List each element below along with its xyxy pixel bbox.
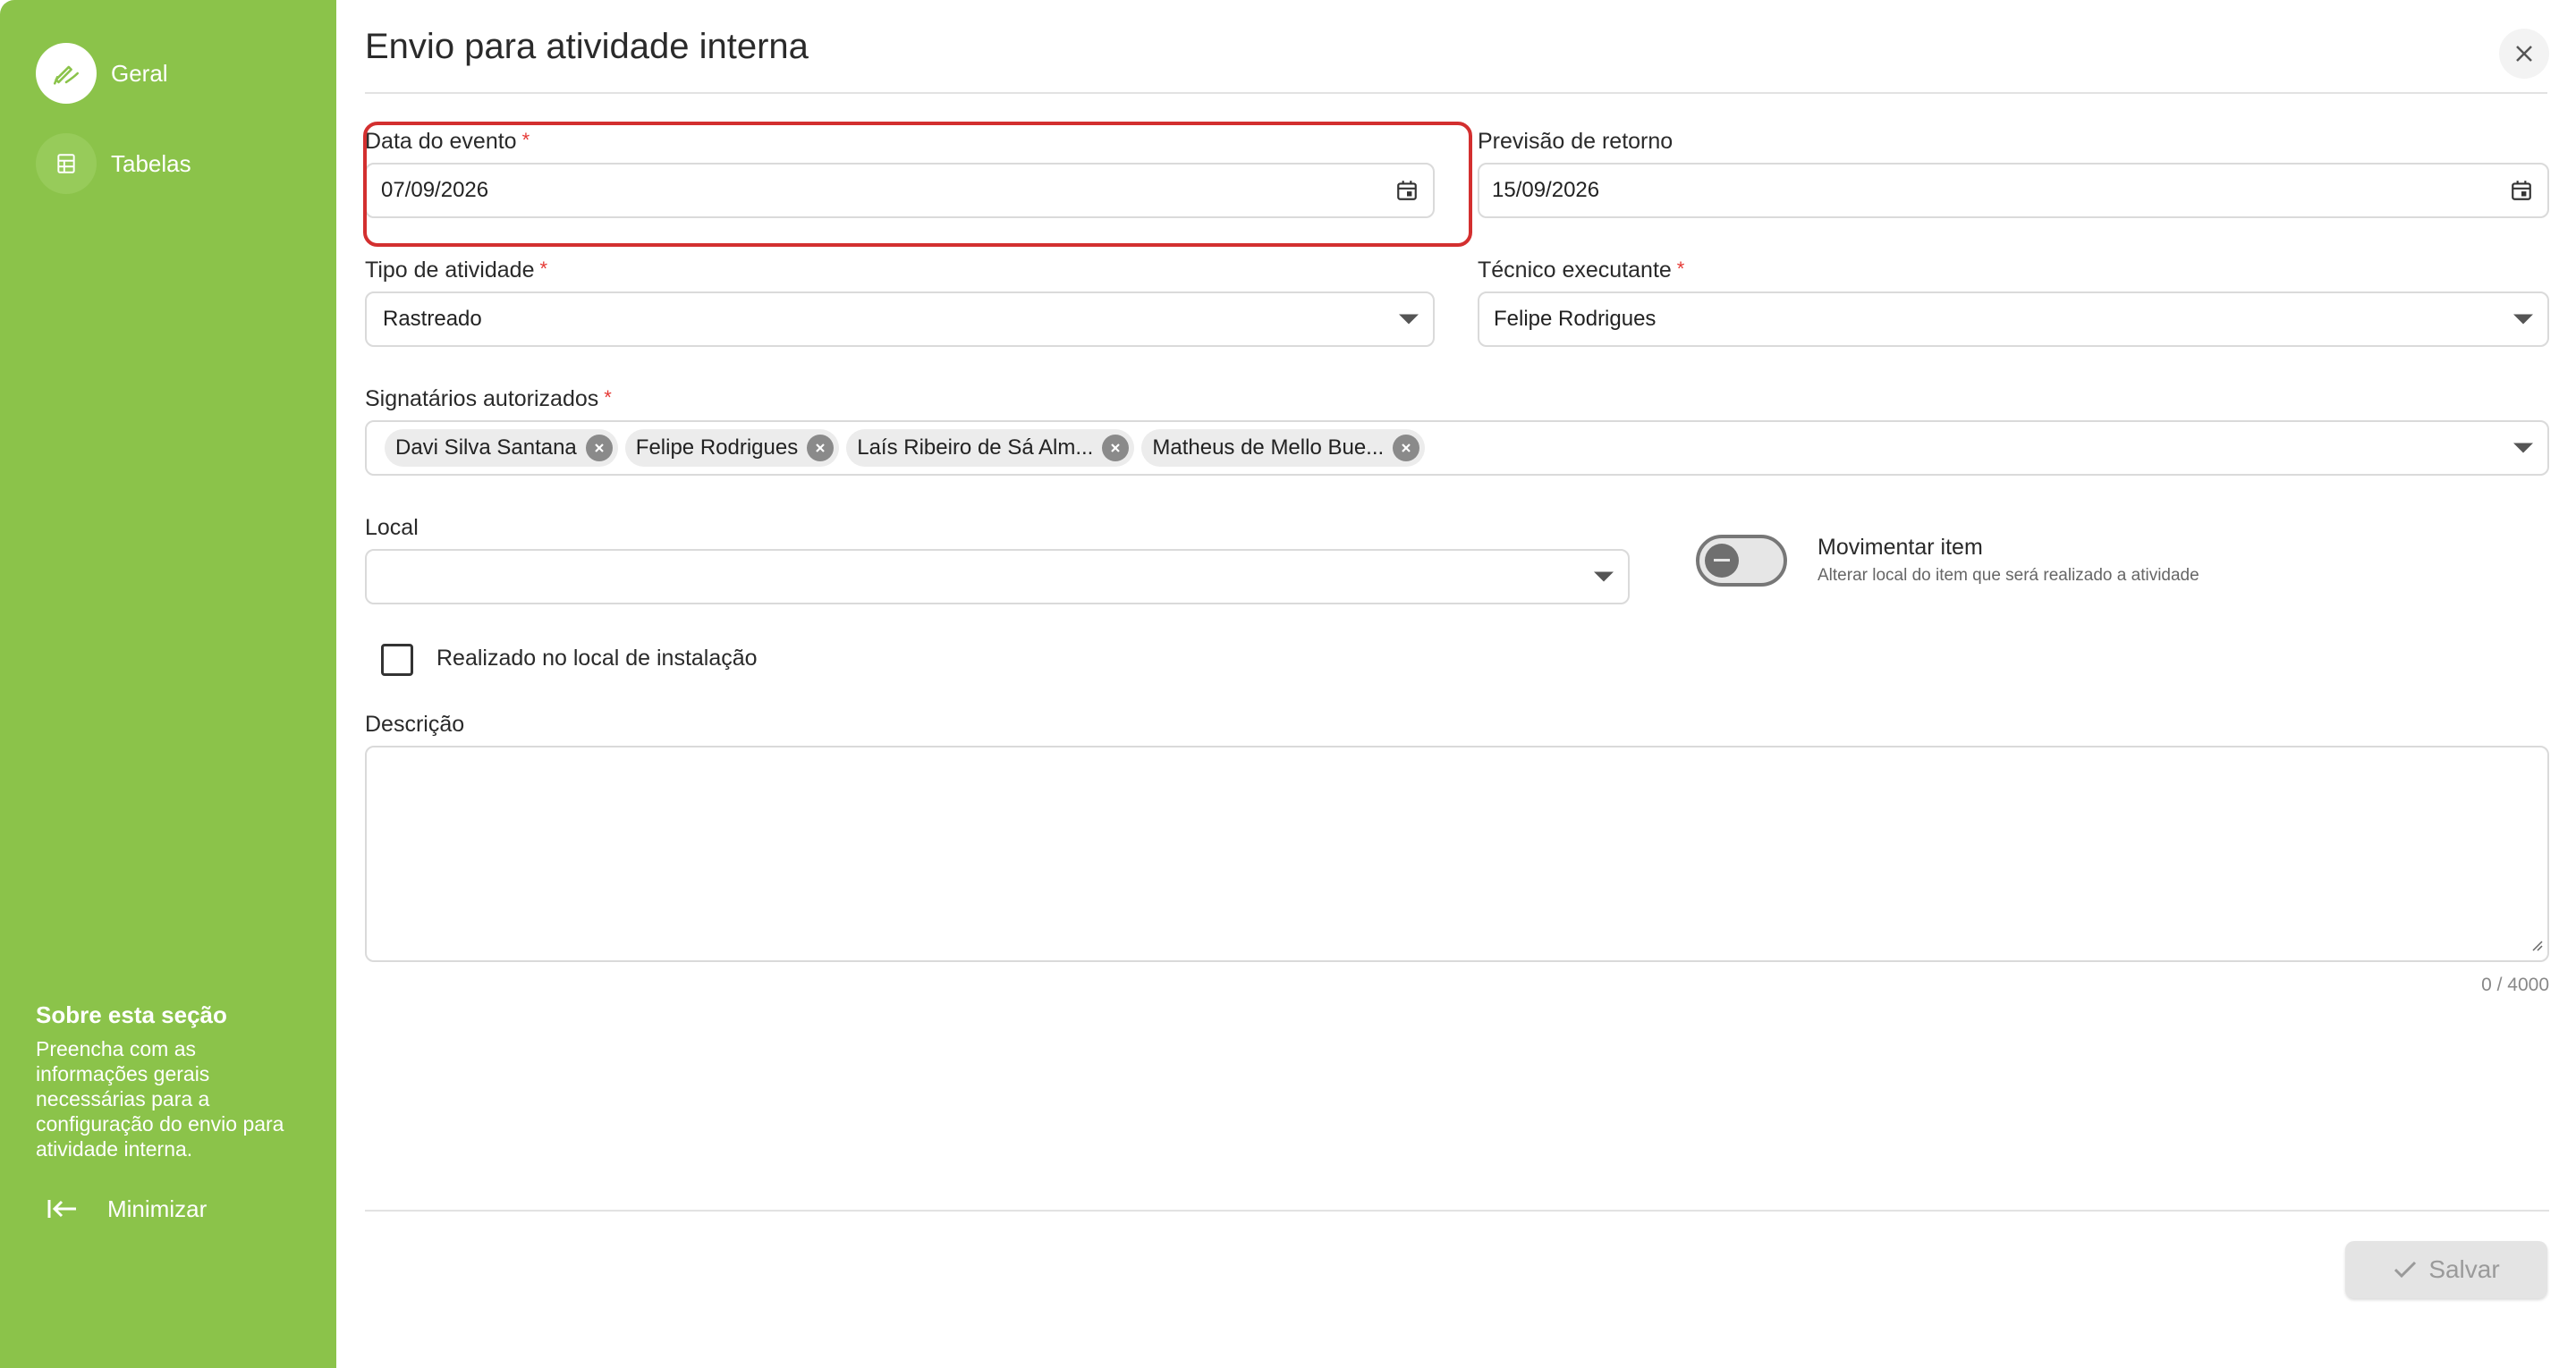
data-evento-label: Data do evento *	[365, 129, 530, 155]
tecnico-label: Técnico executante *	[1478, 258, 1684, 283]
data-evento-value: 07/09/2026	[381, 178, 489, 202]
table-list-icon	[36, 133, 97, 194]
chip-label: Laís Ribeiro de Sá Alm...	[857, 435, 1094, 460]
close-icon	[2514, 44, 2534, 63]
about-section: Sobre esta seção Preencha com as informa…	[36, 1001, 295, 1161]
calendar-icon[interactable]	[1395, 179, 1419, 202]
tecnico-label-text: Técnico executante	[1478, 258, 1672, 283]
sidebar-item-label: Tabelas	[111, 149, 191, 177]
about-text: Preencha com as informações gerais neces…	[36, 1037, 284, 1161]
save-label: Salvar	[2428, 1255, 2500, 1283]
minimize-button[interactable]: Minimizar	[47, 1191, 207, 1227]
local-label: Local	[365, 515, 419, 540]
signatario-chip: Matheus de Mello Bue...	[1141, 429, 1426, 467]
signatarios-label: Signatários autorizados *	[365, 386, 612, 412]
descricao-label: Descrição	[365, 712, 465, 737]
chevron-down-icon[interactable]	[1594, 571, 1614, 582]
movimentar-item-text: Movimentar item Alterar local do item qu…	[1818, 535, 2199, 586]
sidebar-item-tabelas[interactable]: Tabelas	[36, 133, 191, 194]
data-evento-label-text: Data do evento	[365, 129, 517, 154]
check-icon	[2393, 1260, 2418, 1279]
signatario-chip: Laís Ribeiro de Sá Alm...	[846, 429, 1135, 467]
tecnico-value: Felipe Rodrigues	[1494, 307, 1657, 331]
remove-chip-icon[interactable]	[1393, 435, 1420, 461]
resize-handle-icon[interactable]	[2529, 938, 2544, 957]
chip-label: Davi Silva Santana	[395, 435, 577, 460]
tecnico-select[interactable]: Felipe Rodrigues	[1478, 291, 2549, 347]
required-mark: *	[539, 258, 548, 280]
tipo-atividade-label-text: Tipo de atividade	[365, 258, 535, 283]
movimentar-item-toggle[interactable]	[1696, 535, 1787, 587]
required-mark: *	[1676, 258, 1685, 280]
previsao-retorno-label: Previsão de retorno	[1478, 129, 1674, 154]
realizado-local-checkbox[interactable]	[381, 644, 413, 676]
remove-chip-icon[interactable]	[585, 435, 613, 461]
previsao-retorno-value: 15/09/2026	[1492, 178, 1600, 202]
dialog-main: Envio para atividade interna Data do eve…	[336, 0, 2576, 1368]
chip-label: Felipe Rodrigues	[635, 435, 799, 460]
movimentar-item-subtitle: Alterar local do item que será realizado…	[1818, 566, 2199, 585]
tipo-atividade-select[interactable]: Rastreado	[365, 291, 1435, 347]
descricao-textarea[interactable]	[365, 746, 2549, 962]
remove-chip-icon[interactable]	[1102, 435, 1130, 461]
realizado-local-label[interactable]: Realizado no local de instalação	[436, 646, 758, 671]
signatarios-multiselect[interactable]: Davi Silva Santana Felipe Rodrigues Laís…	[365, 420, 2549, 476]
footer-divider	[365, 1210, 2549, 1212]
char-counter: 0 / 4000	[2481, 975, 2549, 995]
signatario-chip: Felipe Rodrigues	[624, 429, 840, 467]
minimize-label: Minimizar	[107, 1195, 208, 1222]
tipo-atividade-label: Tipo de atividade *	[365, 258, 547, 283]
movimentar-item-title: Movimentar item	[1818, 535, 1983, 560]
data-evento-input[interactable]: 07/09/2026	[365, 163, 1435, 218]
sidebar-item-geral[interactable]: Geral	[36, 43, 168, 104]
edit-pen-icon	[36, 43, 97, 104]
tipo-atividade-value: Rastreado	[383, 307, 482, 331]
app-window: Geral Tabelas Sobre esta seção Preencha …	[0, 0, 2576, 1368]
title-divider	[365, 92, 2547, 94]
save-button[interactable]: Salvar	[2345, 1241, 2547, 1298]
chevron-down-icon[interactable]	[2513, 443, 2533, 453]
collapse-left-icon	[47, 1196, 79, 1221]
previsao-retorno-input[interactable]: 15/09/2026	[1478, 163, 2549, 218]
chip-label: Matheus de Mello Bue...	[1152, 435, 1385, 460]
calendar-icon[interactable]	[2510, 179, 2533, 202]
required-mark: *	[604, 386, 612, 409]
local-select[interactable]	[365, 549, 1630, 604]
sidebar-item-label: Geral	[111, 59, 168, 87]
required-mark: *	[521, 129, 530, 151]
toggle-off-icon	[1705, 544, 1739, 578]
remove-chip-icon[interactable]	[807, 435, 835, 461]
sidebar: Geral Tabelas Sobre esta seção Preencha …	[0, 0, 336, 1368]
chevron-down-icon[interactable]	[1399, 314, 1419, 325]
about-title: Sobre esta seção	[36, 1001, 227, 1028]
chevron-down-icon[interactable]	[2513, 314, 2533, 325]
dialog-title: Envio para atividade interna	[365, 27, 809, 66]
signatarios-label-text: Signatários autorizados	[365, 386, 599, 411]
close-button[interactable]	[2499, 29, 2549, 79]
signatario-chip: Davi Silva Santana	[385, 429, 618, 467]
